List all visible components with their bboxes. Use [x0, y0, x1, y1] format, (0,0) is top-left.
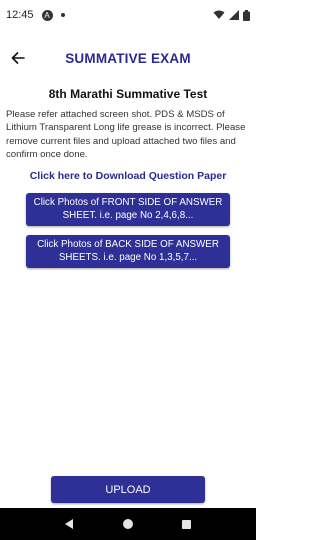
- dot-icon: [60, 13, 65, 17]
- app-bar: SUMMATIVE EXAM: [0, 36, 256, 80]
- home-circle-icon: [122, 519, 133, 529]
- back-side-photo-button-label: Click Photos of BACK SIDE OF ANSWER SHEE…: [37, 239, 219, 263]
- back-arrow-icon: [11, 52, 25, 64]
- download-question-paper-link[interactable]: Click here to Download Question Paper: [0, 170, 256, 182]
- back-button[interactable]: [8, 48, 28, 68]
- exam-title: 8th Marathi Summative Test: [48, 87, 208, 101]
- wifi-icon: [213, 10, 225, 19]
- front-side-photo-button[interactable]: Click Photos of FRONT SIDE OF ANSWER SHE…: [26, 193, 230, 226]
- recents-square-icon: [182, 519, 192, 529]
- status-time: 12:45: [6, 9, 34, 21]
- system-nav-bar: [0, 508, 256, 540]
- app-notification-icon: A: [41, 9, 53, 21]
- front-side-photo-button-label: Click Photos of FRONT SIDE OF ANSWER SHE…: [33, 197, 223, 221]
- back-triangle-icon: [65, 519, 74, 529]
- nav-recents-button[interactable]: [180, 517, 194, 531]
- upload-button[interactable]: UPLOAD: [51, 476, 205, 503]
- back-side-photo-button[interactable]: Click Photos of BACK SIDE OF ANSWER SHEE…: [26, 235, 230, 268]
- instructions-text: Please refer attached screen shot. PDS &…: [6, 109, 246, 160]
- nav-back-button[interactable]: [62, 517, 76, 531]
- signal-icon: [229, 10, 239, 20]
- upload-button-label: UPLOAD: [105, 483, 151, 496]
- status-bar: 12:45 A: [0, 0, 256, 30]
- screen: 12:45 A SUMMATIVE EXAM 8th Marathi Summa…: [0, 0, 256, 540]
- page-title: SUMMATIVE EXAM: [65, 50, 191, 66]
- status-icons: [213, 9, 250, 21]
- nav-home-button[interactable]: [121, 517, 135, 531]
- battery-icon: [243, 9, 250, 21]
